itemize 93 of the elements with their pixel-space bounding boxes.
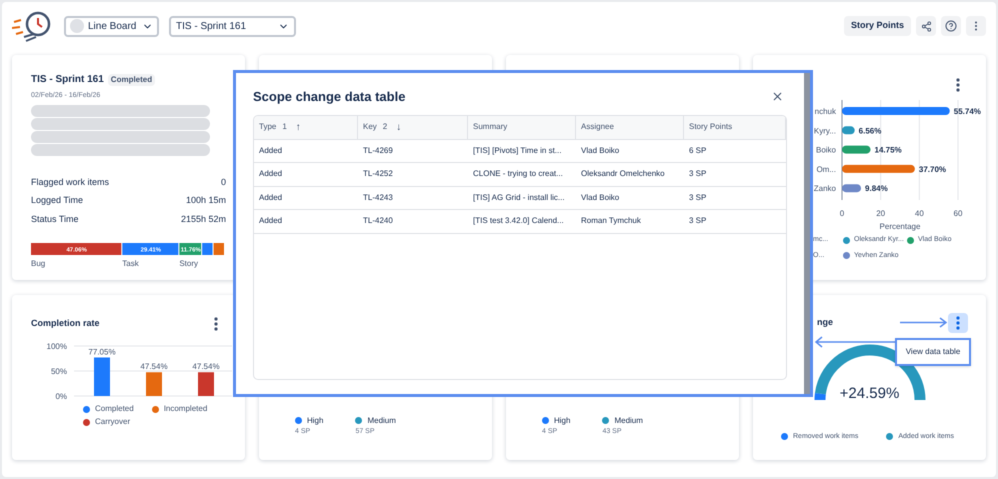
table-cell-text: TL-4240 (362, 215, 394, 228)
category-label: Zanko (814, 184, 836, 194)
legend-label: Medium (367, 414, 396, 426)
table-cell-text: 3 SP (688, 192, 708, 204)
card-title: nge (817, 316, 834, 330)
clock-logo-icon (12, 10, 52, 42)
table-cell-text: TL-4252 (362, 168, 394, 180)
axis-label: 100% (46, 342, 67, 351)
more-icon (956, 316, 960, 330)
table-cell-text: 6 SP (688, 144, 708, 157)
share-icon (920, 20, 932, 32)
stat-label: Status Time (31, 212, 79, 226)
share-button[interactable] (916, 16, 936, 36)
table-cell-text: Added (258, 215, 284, 228)
more-icon (956, 78, 960, 92)
table-cell-text: Added (258, 168, 284, 180)
value-label: 37.70% (918, 164, 946, 174)
modal-title: Scope change data table (253, 88, 406, 106)
category-label: Kyry... (814, 126, 836, 136)
table-cell-text: 3 SP (688, 168, 708, 180)
column-header[interactable]: Key 2 ↓ (358, 116, 468, 138)
arrow-icon (814, 336, 896, 348)
stat-value: 0 (220, 176, 226, 188)
column-header[interactable]: Assignee (576, 116, 684, 138)
table-cell-text: Roman Tymchuk (580, 215, 642, 228)
column-header[interactable]: Summary (468, 116, 576, 138)
category-label: Story (179, 259, 198, 268)
category-label: Boiko (816, 146, 836, 155)
stat-label: Logged Time (31, 194, 84, 207)
value-label: 14.75% (874, 146, 902, 155)
help-icon (945, 20, 957, 32)
tooltip: View data table (895, 338, 971, 366)
value-label: 6.56% (858, 126, 882, 136)
chart-bar (198, 372, 214, 396)
arrow-icon (899, 317, 949, 328)
table-cell-text: [TIS test 3.42.0] Calend... (472, 215, 565, 228)
status-badge: Completed (108, 74, 156, 86)
stat-label: Flagged work items (31, 176, 110, 189)
table-cell-text: 3 SP (688, 215, 708, 228)
close-icon (771, 90, 784, 104)
value-label: 55.74% (954, 107, 981, 116)
table-cell-text: Oleksandr Omelchenko (580, 168, 666, 180)
axis-label: 0 (840, 209, 844, 218)
board-select[interactable]: Line Board (64, 16, 159, 36)
stat-value: 2155h 52m (180, 212, 226, 226)
category-label: Bug (31, 259, 46, 268)
axis-label: 40 (914, 209, 924, 218)
table-cell-text: Vlad Boiko (580, 144, 620, 157)
card-title: Completion rate (31, 317, 100, 330)
category-label: Task (122, 259, 139, 268)
category-label: nchuk (814, 107, 836, 116)
help-button[interactable] (941, 16, 961, 36)
column-header[interactable]: Story Points (684, 116, 786, 138)
more-icon (214, 317, 218, 331)
gauge-value: +24.59% (838, 384, 900, 404)
chart-bar (842, 184, 862, 192)
value-label: 47.54% (140, 362, 168, 372)
chart-bar (842, 146, 871, 154)
table-cell-text: Added (258, 144, 284, 157)
story-points-button[interactable]: Story Points (844, 16, 911, 36)
sprint-title: TIS - Sprint 161 (31, 73, 104, 87)
table-cell-text: [TIS] [Pivots] Time in st... (472, 144, 562, 157)
table-cell-text: TL-4269 (362, 144, 394, 157)
chart-bar (146, 372, 162, 396)
value-label: 77.05% (88, 347, 116, 356)
legend-label: Medium (614, 414, 643, 426)
table-cell-text: Vlad Boiko (580, 192, 620, 204)
table-cell-text: [TIS] AG Grid - install lic... (472, 192, 566, 204)
chart-bar (842, 126, 855, 134)
chart-bar (214, 243, 224, 255)
value-label: 47.54% (192, 362, 220, 372)
legend-label: High (307, 414, 324, 426)
legend-label: Completed (95, 403, 134, 415)
close-button[interactable] (771, 90, 784, 104)
stat-value: 100h 15m (186, 194, 226, 207)
table-cell-text: CLONE - trying to creat... (472, 168, 564, 180)
axis-label: 50% (50, 367, 67, 376)
more-button[interactable] (966, 16, 986, 36)
value-label: 9.84% (865, 184, 888, 194)
axis-title: Percentage (880, 222, 920, 231)
chart-bar (94, 357, 110, 396)
more-menu-button[interactable] (948, 313, 968, 333)
table-cell-text: Added (258, 192, 284, 204)
column-header[interactable]: Type 1 ↑ (254, 116, 358, 138)
axis-label: 20 (876, 209, 886, 218)
legend-label: High (554, 414, 570, 426)
table-cell-text: TL-4243 (362, 192, 394, 204)
axis-label: 60 (954, 209, 962, 218)
legend-label: Carryover (95, 416, 130, 428)
axis-label: 0% (55, 392, 67, 401)
category-label: Om... (816, 164, 836, 174)
sprint-select[interactable]: TIS - Sprint 161 (169, 16, 296, 36)
legend-label: Incompleted (164, 403, 208, 415)
